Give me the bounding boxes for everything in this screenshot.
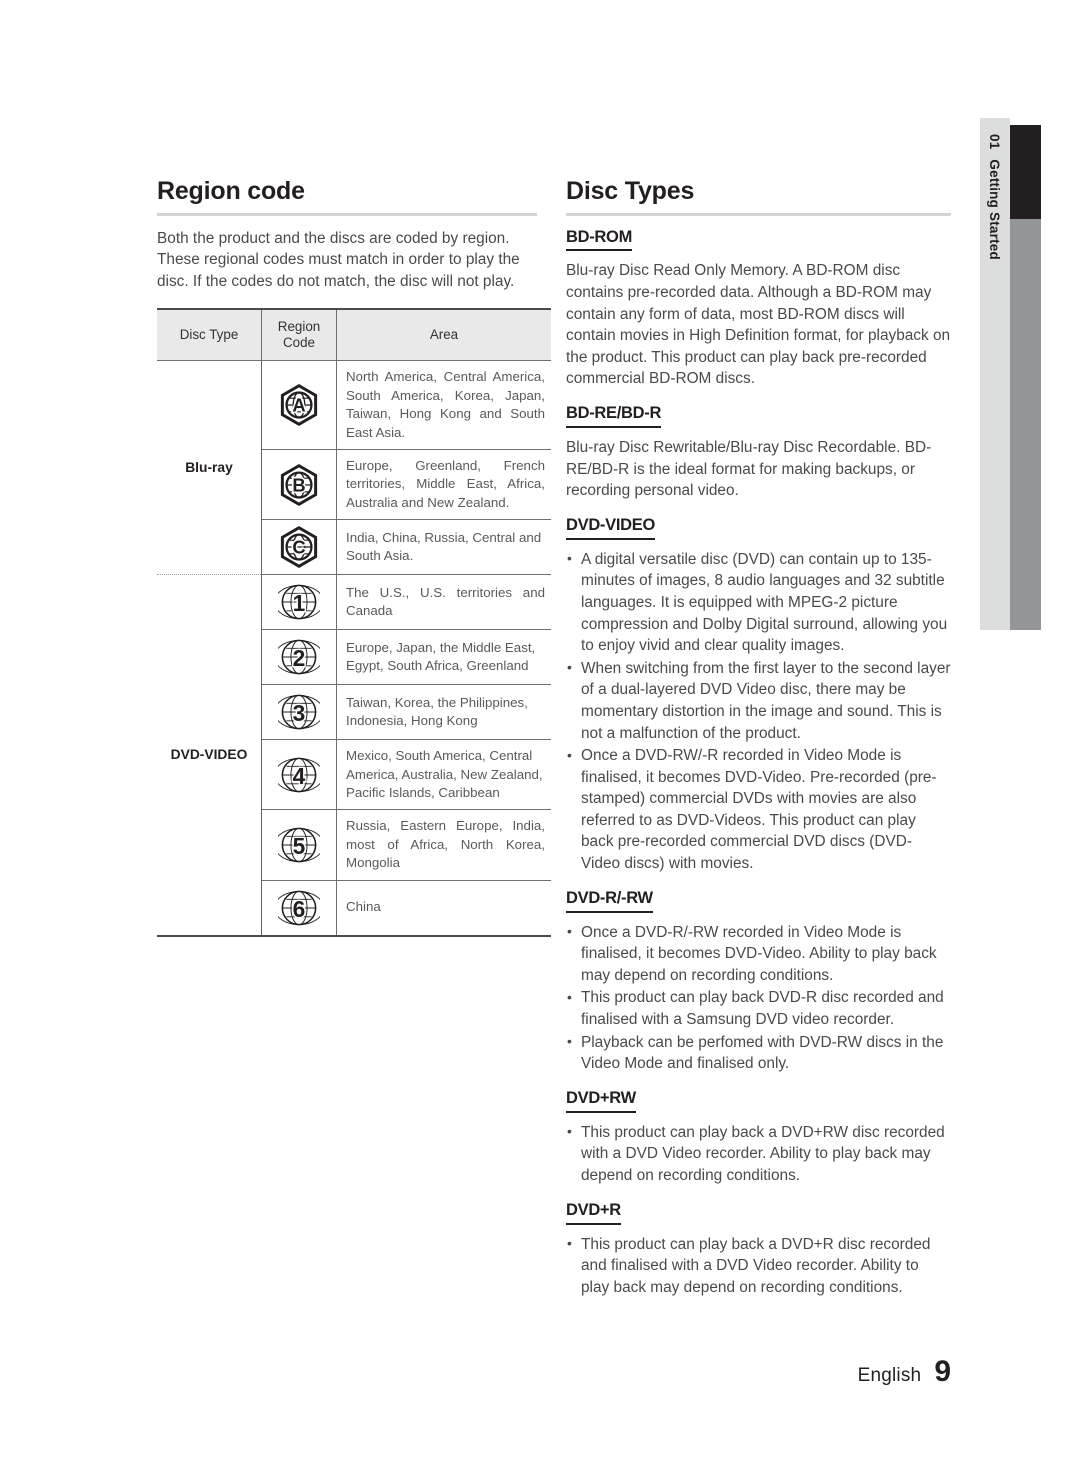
region-icon-globe-1: 1	[278, 584, 320, 620]
region-code-cell: 6	[261, 879, 337, 936]
table-bottom-rule-code	[261, 934, 337, 938]
list-item: A digital versatile disc (DVD) can conta…	[566, 548, 951, 657]
disc-type-heading-wrap: DVD+R	[566, 1201, 951, 1225]
svg-text:4: 4	[293, 763, 306, 789]
region-icon-globe-3: 3	[278, 694, 320, 730]
region-icon-globe-2: 2	[278, 639, 320, 675]
table-body: Blu-ray A North America, Central America, …	[157, 360, 551, 936]
section-rule	[157, 212, 537, 216]
svg-text:3: 3	[293, 700, 306, 726]
table-foot	[157, 934, 551, 938]
svg-text:6: 6	[293, 895, 306, 921]
area-cell: China	[336, 879, 551, 936]
disc-type-heading: BD-ROM	[566, 228, 632, 252]
column-header-area: Area	[336, 308, 551, 362]
chapter-number: 01	[987, 134, 1003, 150]
region-code-cell: 1	[261, 575, 337, 630]
list-item: Once a DVD-R/-RW recorded in Video Mode …	[566, 921, 951, 987]
table-header-row: Disc Type Region Code Area	[157, 308, 551, 362]
list-item: When switching from the first layer to t…	[566, 657, 951, 744]
chapter-tab: 01 Getting Started	[980, 118, 1010, 630]
region-icon-globe-6: 6	[278, 890, 320, 925]
area-cell: Russia, Eastern Europe, India, most of A…	[336, 809, 551, 881]
table-bottom-rule-type	[157, 934, 262, 938]
region-icon-hexagon-globe-a: A	[280, 384, 318, 427]
disc-type-heading-wrap: DVD-R/-RW	[566, 889, 951, 913]
disc-type-text: DVD-VIDEO	[170, 747, 248, 763]
region-code-cell: 3	[261, 684, 337, 740]
region-code-cell: C	[261, 519, 337, 575]
area-cell: The U.S., U.S. territories and Canada	[346, 584, 545, 619]
list-item: Playback can be perfomed with DVD-RW dis…	[566, 1031, 951, 1075]
disc-type-heading: DVD+R	[566, 1201, 621, 1225]
disc-type-heading-wrap: DVD-VIDEO	[566, 516, 951, 540]
area-cell: Europe, Japan, the Middle East, Egypt, S…	[336, 629, 551, 685]
svg-text:5: 5	[293, 833, 306, 859]
region-code-title: Region code	[157, 177, 305, 205]
region-code-cell: 4	[261, 739, 337, 810]
disc-type-bullet-list: A digital versatile disc (DVD) can conta…	[566, 548, 951, 875]
left-column: Region code Both the product and the dis…	[157, 177, 551, 938]
svg-text:B: B	[292, 474, 305, 495]
disc-type-heading: DVD-R/-RW	[566, 889, 653, 913]
area-cell: India, China, Russia, Central and South …	[336, 519, 551, 575]
list-item: Once a DVD-RW/-R recorded in Video Mode …	[566, 745, 951, 875]
chapter-label: Getting Started	[987, 159, 1003, 260]
footer-language: English	[857, 1365, 922, 1386]
area-cell: Taiwan, Korea, the Philippines, Indonesi…	[336, 684, 551, 740]
right-column: Disc Types BD-ROM Blu-ray Disc Read Only …	[566, 177, 951, 1299]
tab-marker-gray	[1010, 219, 1041, 630]
disc-type-heading: BD-RE/BD-R	[566, 404, 661, 428]
disc-type-heading: DVD+RW	[566, 1089, 636, 1113]
table-bottom-rule	[157, 934, 551, 938]
svg-text:C: C	[292, 537, 305, 558]
region-code-cell: 2	[261, 629, 337, 685]
region-code-cell: B	[261, 448, 337, 520]
page-footer: English 9	[0, 1355, 951, 1389]
table-bottom-rule-area	[336, 934, 551, 938]
region-code-table: Disc Type Region Code Area Blu-ray A North…	[157, 308, 551, 938]
disc-types-title: Disc Types	[566, 177, 695, 205]
disc-type-label: DVD-VIDEO	[157, 575, 262, 935]
region-icon-hexagon-globe-c: C	[280, 526, 318, 569]
disc-type-label: Blu-ray	[157, 361, 262, 575]
disc-type-heading-wrap: BD-ROM	[566, 228, 951, 252]
disc-type-sections: BD-ROM Blu-ray Disc Read Only Memory. A B…	[566, 228, 951, 1299]
region-icon-globe-4: 4	[278, 757, 320, 793]
tab-marker-dark	[1010, 125, 1041, 219]
disc-type-heading-wrap: DVD+RW	[566, 1089, 951, 1113]
disc-type-bullet-list: Once a DVD-R/-RW recorded in Video Mode …	[566, 921, 951, 1075]
region-code-cell: 5	[261, 809, 337, 881]
column-header-region-code: Region Code	[261, 308, 337, 362]
footer-page-number: 9	[934, 1355, 951, 1388]
column-header-disc-type: Disc Type	[157, 308, 262, 362]
area-cell: Mexico, South America, Central America, …	[336, 739, 551, 810]
svg-text:1: 1	[293, 590, 306, 616]
list-item: This product can play back a DVD+RW disc…	[566, 1121, 951, 1187]
list-item: This product can play back DVD-R disc re…	[566, 987, 951, 1030]
region-icon-globe-5: 5	[278, 827, 320, 863]
disc-type-paragraph: Blu-ray Disc Read Only Memory. A BD-ROM …	[566, 262, 951, 388]
svg-text:2: 2	[293, 645, 306, 671]
disc-type-heading: DVD-VIDEO	[566, 516, 655, 540]
disc-type-text: Blu-ray	[185, 460, 233, 476]
disc-type-heading-wrap: BD-RE/BD-R	[566, 404, 951, 428]
svg-text:A: A	[292, 395, 305, 416]
list-item: This product can play back a DVD+R disc …	[566, 1233, 951, 1299]
chapter-tab-text: 01 Getting Started	[980, 128, 1010, 640]
disc-type-bullet-list: This product can play back a DVD+R disc …	[566, 1233, 951, 1299]
table-row: Blu-ray A North America, Central America, …	[157, 360, 551, 475]
region-icon-hexagon-globe-b: B	[280, 463, 318, 506]
area-cell: Europe, Greenland, French territories, M…	[336, 448, 551, 520]
disc-type-bullet-list: This product can play back a DVD+RW disc…	[566, 1121, 951, 1187]
area-cell: North America, Central America, South Am…	[346, 369, 545, 440]
manual-page: 01 Getting Started Region code Both the …	[0, 0, 1080, 1479]
table-row: DVD-VIDEO 1 The U.S., U.S. territories and…	[157, 575, 551, 762]
section-rule	[566, 212, 951, 216]
table-head: Disc Type Region Code Area	[157, 308, 551, 362]
region-code-cell: A	[261, 360, 337, 450]
disc-type-paragraph: Blu-ray Disc Rewritable/Blu-ray Disc Rec…	[566, 439, 932, 500]
region-code-intro: Both the product and the discs are coded…	[157, 229, 520, 290]
